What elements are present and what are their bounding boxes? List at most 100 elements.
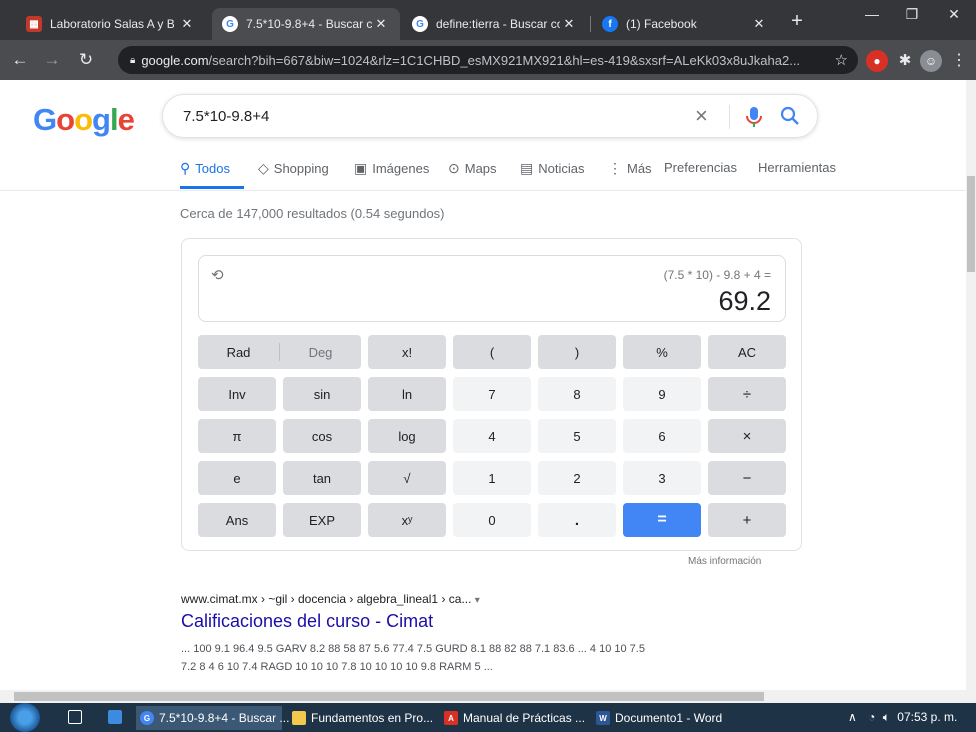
euler-button[interactable]: e [198, 461, 276, 495]
task-view-icon[interactable] [68, 710, 82, 724]
microphone-icon[interactable] [745, 105, 763, 129]
ln-button[interactable]: ln [368, 377, 446, 411]
taskbar-item-label: Documento1 - Word [615, 711, 723, 725]
tab-facebook[interactable]: f (1) Facebook ✕ [592, 8, 778, 40]
power-button[interactable]: xʸ [368, 503, 446, 537]
tab-title: define:tierra - Buscar con [436, 17, 560, 31]
rad-button[interactable]: Rad [198, 345, 279, 360]
tab-define-tierra[interactable]: G define:tierra - Buscar con ✕ [402, 8, 588, 40]
puzzle-icon[interactable]: ✱ [894, 50, 916, 72]
extension-icon[interactable]: ● [866, 50, 888, 72]
result-title-link[interactable]: Calificaciones del curso - Cimat [181, 611, 433, 632]
close-window-icon[interactable]: ✕ [934, 6, 974, 23]
taskbar-item-chrome[interactable]: G 7.5*10-9.8+4 - Buscar ... [136, 706, 289, 730]
new-tab-button[interactable]: + [783, 8, 811, 36]
result-breadcrumb[interactable]: www.cimat.mx › ~gil › docencia › algebra… [181, 592, 480, 606]
digit-2-button[interactable]: 2 [538, 461, 616, 495]
digit-4-button[interactable]: 4 [453, 419, 531, 453]
tab-noticias[interactable]: ▤ Noticias [520, 160, 584, 177]
equals-button[interactable]: = [623, 503, 701, 537]
tab-calculator-search[interactable]: G 7.5*10-9.8+4 - Buscar co ✕ [212, 8, 400, 40]
digit-7-button[interactable]: 7 [453, 377, 531, 411]
more-icon: ⋮ [608, 160, 622, 176]
search-icon[interactable] [779, 105, 801, 127]
deg-button[interactable]: Deg [280, 345, 361, 360]
minimize-icon[interactable]: — [852, 6, 892, 22]
scroll-thumb[interactable] [967, 176, 975, 272]
all-clear-button[interactable]: AC [708, 335, 786, 369]
app-icon[interactable] [108, 710, 122, 724]
tag-icon: ◇ [258, 160, 269, 176]
tab-strip: ▦ Laboratorio Salas A y B ✕ G 7.5*10-9.8… [0, 0, 976, 40]
digit-3-button[interactable]: 3 [623, 461, 701, 495]
tab-maps[interactable]: ⊙ Maps [448, 160, 497, 177]
chevron-up-icon[interactable]: ∧ [848, 710, 857, 724]
divide-button[interactable]: ÷ [708, 377, 786, 411]
tab-mas[interactable]: ⋮ Más [608, 160, 652, 177]
pi-button[interactable]: π [198, 419, 276, 453]
plus-button[interactable]: + [708, 503, 786, 537]
close-tab-icon[interactable]: ✕ [560, 16, 578, 32]
tab-todos[interactable]: ⚲ Todos [180, 160, 230, 177]
reload-icon[interactable]: ↻ [76, 50, 96, 70]
tab-shopping[interactable]: ◇ Shopping [258, 160, 329, 177]
exp-button[interactable]: EXP [283, 503, 361, 537]
close-tab-icon[interactable]: ✕ [750, 16, 768, 32]
factorial-button[interactable]: x! [368, 335, 446, 369]
menu-kebab-icon[interactable]: ⋮ [948, 50, 970, 72]
restore-icon[interactable]: ❐ [892, 6, 932, 23]
scroll-thumb[interactable] [14, 692, 764, 701]
tab-preferencias[interactable]: Preferencias [664, 160, 737, 175]
open-paren-button[interactable]: ( [453, 335, 531, 369]
log-button[interactable]: log [368, 419, 446, 453]
tan-button[interactable]: tan [283, 461, 361, 495]
google-logo[interactable]: Google [33, 102, 135, 138]
profile-avatar[interactable]: ☺ [920, 50, 942, 72]
multiply-button[interactable]: × [708, 419, 786, 453]
digit-1-button[interactable]: 1 [453, 461, 531, 495]
forward-arrow-icon[interactable]: → [42, 50, 62, 70]
digit-6-button[interactable]: 6 [623, 419, 701, 453]
taskbar-item-pdf[interactable]: A Manual de Prácticas ... [440, 706, 586, 730]
chevron-down-icon[interactable]: ▾ [475, 595, 480, 606]
sqrt-button[interactable]: √ [368, 461, 446, 495]
tab-imagenes[interactable]: ▣ Imágenes [354, 160, 429, 177]
tab-laboratorio[interactable]: ▦ Laboratorio Salas A y B ✕ [16, 8, 206, 40]
system-tray: ∧ ◔ 🔈︎ 07:53 p. m. [848, 710, 957, 725]
taskbar-item-folder[interactable]: Fundamentos en Pro... [288, 706, 434, 730]
bookmark-star-icon[interactable]: ☆ [835, 51, 848, 69]
sin-button[interactable]: sin [283, 377, 361, 411]
digit-0-button[interactable]: 0 [453, 503, 531, 537]
digit-5-button[interactable]: 5 [538, 419, 616, 453]
minus-button[interactable]: − [708, 461, 786, 495]
chrome-icon: G [140, 711, 154, 725]
cos-button[interactable]: cos [283, 419, 361, 453]
volume-icon[interactable]: 🔈︎ [883, 710, 890, 724]
close-tab-icon[interactable]: ✕ [178, 16, 196, 32]
tab-herramientas[interactable]: Herramientas [758, 160, 836, 175]
back-arrow-icon[interactable]: ← [10, 50, 30, 70]
rad-deg-toggle[interactable]: Rad Deg [198, 335, 361, 369]
clear-icon[interactable]: × [695, 103, 708, 129]
search-input[interactable]: 7.5*10-9.8+4 [183, 108, 269, 125]
taskbar-item-label: Manual de Prácticas ... [463, 711, 586, 725]
address-bar[interactable]: 🔒︎ google.com /search?bih=667&biw=1024&r… [118, 46, 858, 74]
taskbar-item-word[interactable]: W Documento1 - Word [592, 706, 738, 730]
search-box[interactable]: 7.5*10-9.8+4 × [162, 94, 818, 138]
digit-8-button[interactable]: 8 [538, 377, 616, 411]
ans-button[interactable]: Ans [198, 503, 276, 537]
snippet-line: ... 100 9.1 96.4 9.5 GARV 8.2 88 58 87 5… [181, 643, 645, 655]
close-paren-button[interactable]: ) [538, 335, 616, 369]
more-info-link[interactable]: Más información [688, 556, 761, 567]
decimal-point-button[interactable]: . [538, 503, 616, 537]
digit-9-button[interactable]: 9 [623, 377, 701, 411]
start-button[interactable] [10, 703, 40, 732]
inverse-button[interactable]: Inv [198, 377, 276, 411]
horizontal-scrollbar[interactable] [0, 690, 976, 703]
clock[interactable]: 07:53 p. m. [897, 710, 957, 724]
percent-button[interactable]: % [623, 335, 701, 369]
network-icon[interactable]: ◔ [868, 710, 875, 724]
history-icon[interactable]: ⟲ [211, 266, 224, 284]
vertical-scrollbar[interactable] [966, 80, 976, 690]
close-tab-icon[interactable]: ✕ [372, 16, 390, 32]
